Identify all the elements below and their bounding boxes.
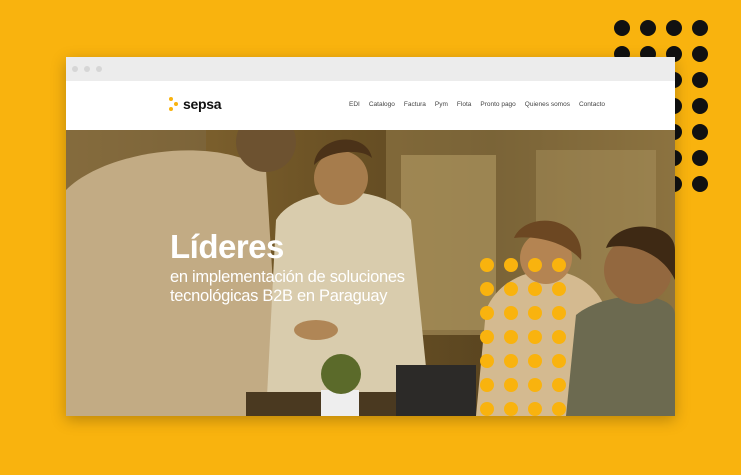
hero-dot — [528, 282, 542, 296]
hero-dot — [552, 306, 566, 320]
hero-dot — [552, 258, 566, 272]
background-dot — [692, 46, 708, 62]
hero-dot — [504, 402, 518, 416]
hero-dot — [528, 378, 542, 392]
hero-dot — [480, 258, 494, 272]
hero-dot — [552, 282, 566, 296]
background-dot — [692, 124, 708, 140]
hero-dot — [480, 402, 494, 416]
hero-dot — [528, 306, 542, 320]
hero-dot — [552, 330, 566, 344]
browser-title-bar — [66, 57, 675, 81]
nav-item-flota[interactable]: Flota — [457, 101, 471, 109]
hero-dot — [504, 378, 518, 392]
logo-text: sepsa — [183, 96, 222, 112]
hero-subtitle-line-2: tecnológicas B2B en Paraguay — [170, 287, 388, 305]
hero-dot — [480, 378, 494, 392]
hero-dot — [504, 282, 518, 296]
sepsa-logo-icon — [169, 97, 179, 111]
site-header: sepsa EDI Catalogo Factura Pym Flota Pro… — [66, 81, 675, 130]
background-dot — [614, 20, 630, 36]
hero-dot — [480, 330, 494, 344]
hero-dot — [528, 330, 542, 344]
hero-subtitle: en implementación de soluciones tecnológ… — [170, 268, 405, 306]
hero-dot — [504, 354, 518, 368]
hero-dot — [504, 258, 518, 272]
background-dot — [692, 98, 708, 114]
hero-dot — [504, 306, 518, 320]
hero-dot — [480, 354, 494, 368]
nav-item-quienes-somos[interactable]: Quienes somos — [525, 101, 570, 109]
background-dot — [692, 176, 708, 192]
nav-item-edi[interactable]: EDI — [349, 101, 360, 109]
background-dot — [692, 72, 708, 88]
window-minimize-dot[interactable] — [84, 66, 90, 72]
hero-dot-pattern — [480, 258, 566, 416]
nav-item-catalogo[interactable]: Catalogo — [369, 101, 395, 109]
nav-item-pronto-pago[interactable]: Pronto pago — [480, 101, 515, 109]
hero-dot — [528, 354, 542, 368]
hero-dot — [480, 306, 494, 320]
hero-title: Líderes — [170, 228, 284, 265]
hero-dot — [552, 378, 566, 392]
hero-dot — [552, 402, 566, 416]
nav-item-factura[interactable]: Factura — [404, 101, 426, 109]
site-logo[interactable]: sepsa — [169, 96, 222, 112]
background-dot — [692, 150, 708, 166]
hero-subtitle-line-1: en implementación de soluciones — [170, 268, 405, 286]
hero-dot — [504, 330, 518, 344]
hero-dot — [552, 354, 566, 368]
main-nav: EDI Catalogo Factura Pym Flota Pronto pa… — [349, 101, 605, 109]
browser-window: sepsa EDI Catalogo Factura Pym Flota Pro… — [66, 57, 675, 416]
nav-item-contacto[interactable]: Contacto — [579, 101, 605, 109]
background-dot — [666, 20, 682, 36]
hero-section: Líderes en implementación de soluciones … — [66, 130, 675, 416]
window-maximize-dot[interactable] — [96, 66, 102, 72]
background-dot — [692, 20, 708, 36]
nav-item-pym[interactable]: Pym — [435, 101, 448, 109]
background-dot — [640, 20, 656, 36]
hero-dot — [528, 258, 542, 272]
hero-dot — [480, 282, 494, 296]
window-close-dot[interactable] — [72, 66, 78, 72]
hero-dot — [528, 402, 542, 416]
